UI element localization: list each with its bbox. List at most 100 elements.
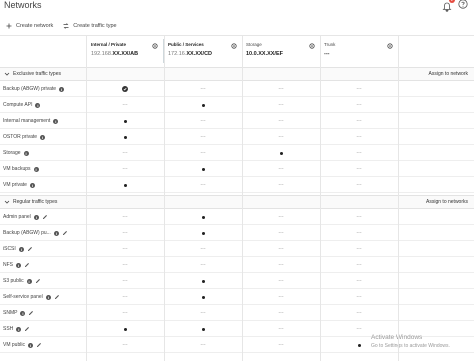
assignment-cell[interactable]: ---: [86, 241, 164, 257]
info-icon[interactable]: i: [53, 230, 59, 236]
regular-traffic-section-toggle[interactable]: Regular traffic types: [4, 199, 57, 205]
info-icon[interactable]: i: [33, 166, 39, 172]
assignment-cell[interactable]: ---: [242, 289, 320, 305]
assignment-cell[interactable]: ---: [164, 145, 242, 161]
assignment-cell[interactable]: [86, 113, 164, 129]
gear-icon[interactable]: [152, 43, 158, 49]
assignment-cell[interactable]: ---: [242, 257, 320, 273]
assignment-cell[interactable]: [86, 81, 164, 97]
assignment-cell[interactable]: ---: [320, 241, 398, 257]
assignment-cell[interactable]: ---: [242, 337, 320, 353]
create-network-button[interactable]: Create network: [6, 23, 53, 29]
assignment-cell[interactable]: ---: [320, 289, 398, 305]
assignment-cell[interactable]: ---: [242, 241, 320, 257]
assignment-cell[interactable]: ---: [242, 225, 320, 241]
assignment-cell[interactable]: ---: [86, 97, 164, 113]
exclusive-traffic-section-assign-button[interactable]: Assign to network: [429, 71, 468, 77]
create-traffic-type-button[interactable]: Create traffic type: [63, 23, 117, 29]
assignment-cell[interactable]: ---: [86, 337, 164, 353]
info-icon[interactable]: i: [26, 278, 32, 284]
network-column-3[interactable]: Storage 10.0.XX.XX/EF: [242, 39, 320, 63]
notifications-button[interactable]: 2: [442, 0, 455, 12]
assignment-cell[interactable]: ---: [242, 81, 320, 97]
assignment-cell[interactable]: ---: [86, 161, 164, 177]
network-column-2[interactable]: Public / Services 172.16.XX.XX/CD: [164, 39, 242, 63]
assignment-cell[interactable]: ---: [242, 273, 320, 289]
edit-icon[interactable]: [62, 230, 68, 236]
assignment-cell[interactable]: ---: [242, 305, 320, 321]
edit-icon[interactable]: [54, 294, 60, 300]
assignment-cell[interactable]: [86, 129, 164, 145]
assignment-cell[interactable]: [164, 289, 242, 305]
assignment-cell[interactable]: ---: [242, 113, 320, 129]
network-column-4[interactable]: Trunk ---: [320, 39, 398, 63]
assignment-cell[interactable]: [164, 321, 242, 337]
exclusive-traffic-section-toggle[interactable]: Exclusive traffic types: [4, 71, 61, 77]
assignment-cell[interactable]: ---: [242, 177, 320, 193]
assignment-cell[interactable]: ---: [164, 337, 242, 353]
gear-icon[interactable]: [231, 43, 237, 49]
assignment-cell[interactable]: ---: [320, 97, 398, 113]
edit-icon[interactable]: [36, 342, 42, 348]
assignment-cell[interactable]: ---: [86, 209, 164, 225]
info-icon[interactable]: i: [16, 326, 22, 332]
assignment-cell[interactable]: [164, 209, 242, 225]
assignment-cell[interactable]: ---: [320, 225, 398, 241]
assignment-cell[interactable]: ---: [242, 321, 320, 337]
assignment-cell[interactable]: ---: [86, 225, 164, 241]
edit-icon[interactable]: [24, 326, 30, 332]
assignment-cell[interactable]: [86, 177, 164, 193]
assignment-cell[interactable]: ---: [320, 209, 398, 225]
assignment-cell[interactable]: [164, 161, 242, 177]
assignment-cell[interactable]: ---: [320, 145, 398, 161]
info-icon[interactable]: i: [33, 214, 39, 220]
regular-traffic-section-assign-button[interactable]: Assign to networks: [426, 199, 468, 205]
assignment-cell[interactable]: ---: [86, 289, 164, 305]
info-icon[interactable]: i: [29, 182, 35, 188]
assignment-cell[interactable]: ---: [320, 161, 398, 177]
assignment-cell[interactable]: ---: [164, 241, 242, 257]
info-icon[interactable]: i: [18, 246, 24, 252]
assignment-cell[interactable]: [164, 97, 242, 113]
edit-icon[interactable]: [27, 246, 33, 252]
assignment-cell[interactable]: ---: [86, 273, 164, 289]
gear-icon[interactable]: [387, 43, 393, 49]
assignment-cell[interactable]: ---: [164, 305, 242, 321]
edit-icon[interactable]: [28, 310, 34, 316]
info-icon[interactable]: i: [59, 86, 65, 92]
info-icon[interactable]: i: [35, 102, 41, 108]
assignment-cell[interactable]: ---: [164, 129, 242, 145]
assignment-cell[interactable]: [242, 145, 320, 161]
assignment-cell[interactable]: ---: [242, 97, 320, 113]
info-icon[interactable]: i: [45, 294, 51, 300]
info-icon[interactable]: i: [27, 342, 33, 348]
assignment-cell[interactable]: ---: [242, 129, 320, 145]
assignment-cell[interactable]: ---: [320, 81, 398, 97]
assignment-cell[interactable]: ---: [320, 305, 398, 321]
assignment-cell[interactable]: ---: [320, 113, 398, 129]
edit-icon[interactable]: [35, 278, 41, 284]
gear-icon[interactable]: [309, 43, 315, 49]
assignment-cell[interactable]: ---: [320, 177, 398, 193]
assignment-cell[interactable]: [164, 273, 242, 289]
assignment-cell[interactable]: ---: [164, 81, 242, 97]
assignment-cell[interactable]: ---: [320, 257, 398, 273]
info-icon[interactable]: i: [40, 134, 46, 140]
assignment-cell[interactable]: ---: [320, 129, 398, 145]
info-icon[interactable]: i: [20, 310, 26, 316]
network-column-1[interactable]: Internal / Private 192.168.XX.XX/AB: [86, 39, 164, 63]
edit-icon[interactable]: [42, 214, 48, 220]
assignment-cell[interactable]: ---: [242, 161, 320, 177]
assignment-cell[interactable]: ---: [86, 145, 164, 161]
assignment-cell[interactable]: ---: [320, 273, 398, 289]
assignment-cell[interactable]: ---: [242, 209, 320, 225]
assignment-cell[interactable]: [86, 321, 164, 337]
info-icon[interactable]: i: [16, 262, 21, 268]
edit-icon[interactable]: [24, 262, 30, 268]
help-icon[interactable]: [458, 0, 468, 9]
assignment-cell[interactable]: ---: [164, 113, 242, 129]
info-icon[interactable]: i: [53, 118, 59, 124]
assignment-cell[interactable]: [164, 225, 242, 241]
assignment-cell[interactable]: ---: [164, 177, 242, 193]
info-icon[interactable]: i: [23, 150, 29, 156]
